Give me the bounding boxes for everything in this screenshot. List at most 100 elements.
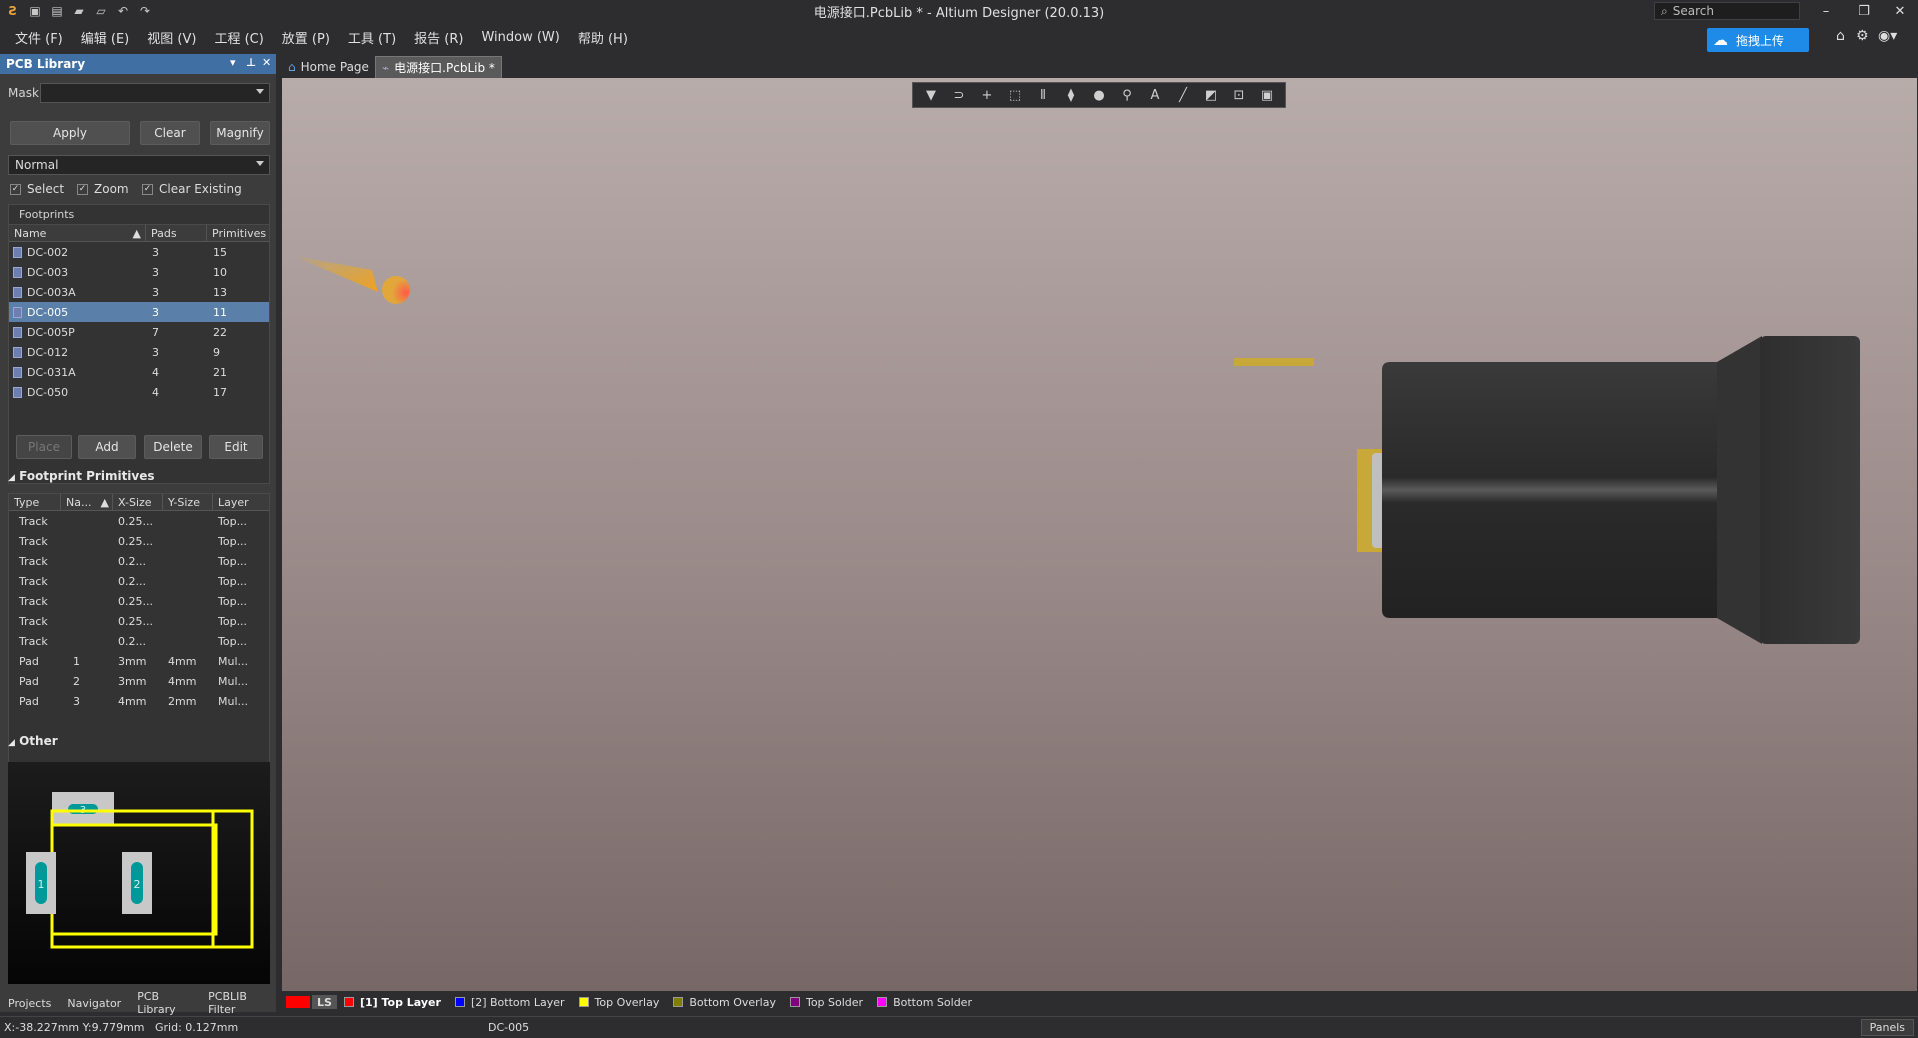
tab-projects[interactable]: Projects bbox=[0, 997, 59, 1010]
altium-logo-icon: Ƨ bbox=[8, 4, 18, 18]
footprint-icon bbox=[13, 366, 22, 378]
table-row-selected[interactable]: DC-005 3 11 bbox=[9, 302, 269, 322]
upload-button[interactable]: ☁ 拖拽上传 bbox=[1707, 28, 1809, 52]
table-row[interactable]: Pad 1 3mm 4mm Mul... bbox=[9, 651, 269, 671]
table-row[interactable]: Pad 3 4mm 2mm Mul... bbox=[9, 691, 269, 711]
redo-icon[interactable]: ↷ bbox=[136, 3, 154, 19]
layer-set-button[interactable]: LS bbox=[312, 995, 337, 1009]
tab-navigator[interactable]: Navigator bbox=[59, 997, 129, 1010]
pin-icon[interactable]: ⊥ bbox=[246, 56, 256, 69]
quick-access-toolbar: Ƨ ▣ ▤ ▰ ▱ ↶ ↷ bbox=[0, 3, 154, 19]
open-folder-icon[interactable]: ▰ bbox=[70, 3, 88, 19]
save-all-icon[interactable]: ▤ bbox=[48, 3, 66, 19]
col-layer[interactable]: Layer bbox=[213, 494, 269, 510]
select-label: Select bbox=[27, 182, 65, 196]
gear-icon[interactable]: ⚙ bbox=[1856, 28, 1869, 44]
footprint-icon bbox=[13, 386, 22, 398]
save-icon[interactable]: ▣ bbox=[26, 3, 44, 19]
light-beam bbox=[294, 256, 378, 292]
place-button[interactable]: Place bbox=[16, 435, 72, 459]
clear-button[interactable]: Clear bbox=[140, 121, 200, 145]
undo-icon[interactable]: ↶ bbox=[114, 3, 132, 19]
apply-button[interactable]: Apply bbox=[10, 121, 130, 145]
col-y-size[interactable]: Y-Size bbox=[163, 494, 213, 510]
zoom-checkbox[interactable]: ✓ Zoom bbox=[77, 182, 129, 196]
add-button[interactable]: Add bbox=[78, 435, 136, 459]
menu-view[interactable]: 视图 (V) bbox=[138, 28, 205, 47]
pcb-3d-canvas[interactable]: ▼ ⊃ + ⬚ ⫴ ⧫ ● ⚲ A ╱ ◩ ⊡ ▣ bbox=[282, 78, 1917, 991]
collapse-icon: ◢ bbox=[8, 738, 15, 748]
chevron-down-icon bbox=[256, 89, 264, 94]
col-x-size[interactable]: X-Size bbox=[113, 494, 163, 510]
tab-pcblib-filter[interactable]: PCBLIB Filter bbox=[200, 990, 276, 1016]
cloud-icon: ☁ bbox=[1713, 31, 1728, 49]
edit-button[interactable]: Edit bbox=[209, 435, 263, 459]
panel-header: PCB Library ▾ ⊥ ✕ bbox=[0, 54, 276, 74]
select-checkbox[interactable]: ✓ Select bbox=[10, 182, 64, 196]
layer-swatch bbox=[877, 997, 888, 1007]
close-button[interactable]: ✕ bbox=[1882, 0, 1918, 22]
primitives-section-title[interactable]: ◢ Footprint Primitives bbox=[8, 469, 155, 483]
menu-edit[interactable]: 编辑 (E) bbox=[72, 28, 139, 47]
col-primitives[interactable]: Primitives bbox=[207, 225, 269, 241]
clear-existing-checkbox[interactable]: ✓ Clear Existing bbox=[142, 182, 242, 196]
layer-tab-bottom[interactable]: [2] Bottom Layer bbox=[448, 996, 572, 1009]
table-row[interactable]: Track 0.25... Top... bbox=[9, 591, 269, 611]
mode-value: Normal bbox=[15, 158, 59, 172]
menu-place[interactable]: 放置 (P) bbox=[273, 28, 339, 47]
menu-help[interactable]: 帮助 (H) bbox=[569, 28, 637, 47]
col-pads[interactable]: Pads bbox=[146, 225, 207, 241]
open-project-icon[interactable]: ▱ bbox=[92, 3, 110, 19]
footprint-icon bbox=[13, 306, 22, 318]
layer-tab-top[interactable]: [1] Top Layer bbox=[337, 996, 448, 1009]
layer-tab-top-solder[interactable]: Top Solder bbox=[783, 996, 870, 1009]
search-box[interactable]: ⌕ Search bbox=[1654, 2, 1800, 20]
footprint-icon bbox=[13, 346, 22, 358]
table-row[interactable]: Track 0.2... Top... bbox=[9, 551, 269, 571]
table-row[interactable]: Track 0.25... Top... bbox=[9, 511, 269, 531]
menu-project[interactable]: 工程 (C) bbox=[205, 28, 272, 47]
table-row[interactable]: DC-003A 3 13 bbox=[9, 282, 269, 302]
layer-tab-bottom-solder[interactable]: Bottom Solder bbox=[870, 996, 979, 1009]
tab-pcblib[interactable]: ⌁ 电源接口.PcbLib * bbox=[374, 56, 502, 78]
other-section-title[interactable]: ◢ Other bbox=[8, 734, 58, 748]
menu-file[interactable]: 文件 (F) bbox=[6, 28, 72, 47]
delete-button[interactable]: Delete bbox=[144, 435, 202, 459]
tab-pcb-library[interactable]: PCB Library bbox=[129, 990, 200, 1016]
clear-existing-label: Clear Existing bbox=[159, 182, 242, 196]
tab-home-page[interactable]: ⌂ Home Page bbox=[282, 56, 375, 78]
col-name[interactable]: Na... ▲ bbox=[61, 494, 113, 510]
table-row[interactable]: DC-003 3 10 bbox=[9, 262, 269, 282]
table-row[interactable]: DC-002 3 15 bbox=[9, 242, 269, 262]
panel-close-icon[interactable]: ✕ bbox=[262, 56, 271, 69]
col-type[interactable]: Type bbox=[9, 494, 61, 510]
table-row[interactable]: DC-031A 4 21 bbox=[9, 362, 269, 382]
table-row[interactable]: Track 0.25... Top... bbox=[9, 531, 269, 551]
menu-tools[interactable]: 工具 (T) bbox=[339, 28, 405, 47]
table-row[interactable]: Pad 2 3mm 4mm Mul... bbox=[9, 671, 269, 691]
menu-window[interactable]: Window (W) bbox=[472, 30, 568, 45]
search-icon: ⌕ bbox=[1661, 3, 1668, 18]
home-icon[interactable]: ⌂ bbox=[1836, 28, 1845, 44]
layer-tabs-bar: LS [1] Top Layer [2] Bottom Layer Top Ov… bbox=[282, 991, 1918, 1013]
menu-reports[interactable]: 报告 (R) bbox=[405, 28, 472, 47]
layer-tab-top-overlay[interactable]: Top Overlay bbox=[572, 996, 667, 1009]
table-row[interactable]: Track 0.2... Top... bbox=[9, 571, 269, 591]
layer-tab-bottom-overlay[interactable]: Bottom Overlay bbox=[666, 996, 783, 1009]
table-row[interactable]: Track 0.2... Top... bbox=[9, 631, 269, 651]
table-row[interactable]: DC-050 4 17 bbox=[9, 382, 269, 402]
mask-input[interactable] bbox=[40, 83, 270, 103]
restore-button[interactable]: ❐ bbox=[1846, 0, 1882, 22]
magnify-button[interactable]: Magnify bbox=[210, 121, 270, 145]
footprint-preview[interactable]: 3 1 2 bbox=[8, 762, 270, 984]
minimize-button[interactable]: – bbox=[1808, 0, 1844, 22]
table-row[interactable]: DC-012 3 9 bbox=[9, 342, 269, 362]
table-row[interactable]: Track 0.25... Top... bbox=[9, 611, 269, 631]
panel-menu-icon[interactable]: ▾ bbox=[230, 56, 236, 69]
col-name[interactable]: Name ▲ bbox=[9, 225, 146, 241]
mode-select[interactable]: Normal bbox=[8, 155, 270, 175]
user-icon[interactable]: ◉▾ bbox=[1878, 28, 1897, 44]
status-coordinates: X:-38.227mm Y:9.779mm Grid: 0.127mm bbox=[4, 1021, 239, 1034]
table-row[interactable]: DC-005P 7 22 bbox=[9, 322, 269, 342]
panels-button[interactable]: Panels bbox=[1860, 1019, 1914, 1036]
